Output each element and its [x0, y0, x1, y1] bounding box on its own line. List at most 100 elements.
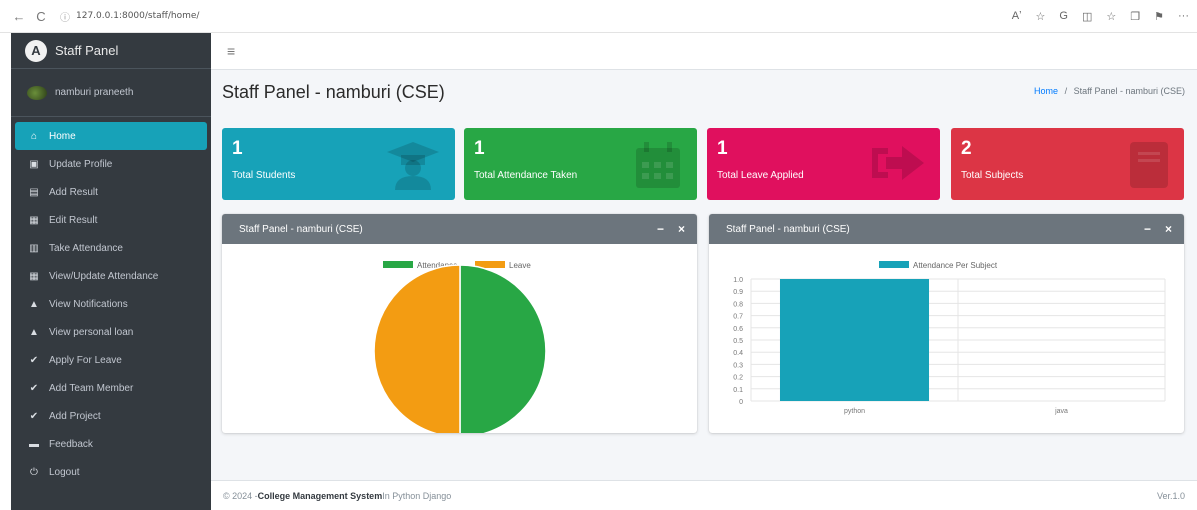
user-name: namburi praneeth — [55, 87, 134, 98]
legend-label: Attendance Per Subject — [913, 261, 998, 270]
stat-box-students[interactable]: 1 Total Students — [222, 128, 455, 200]
sidebar-item-view-personal-loan[interactable]: ▲ View personal loan — [15, 318, 207, 346]
address-bar[interactable]: ⓘ 127.0.0.1:8000/staff/home/ — [60, 9, 199, 24]
collapse-button[interactable]: − — [657, 222, 664, 236]
sidebar-item-view-update-attendance[interactable]: ▦ View/Update Attendance — [15, 262, 207, 290]
stat-box-leave[interactable]: 1 Total Leave Applied — [707, 128, 940, 200]
graduate-icon — [387, 142, 439, 190]
pie-slice — [373, 264, 461, 433]
sidebar-item-label: Home — [49, 130, 76, 142]
stat-box-attendance[interactable]: 1 Total Attendance Taken — [464, 128, 697, 200]
y-tick-label: 0 — [739, 399, 743, 406]
x-tick-label: java — [1054, 408, 1068, 415]
y-tick-label: 0.5 — [733, 338, 743, 345]
sidebar-item-label: View personal loan — [49, 326, 134, 338]
extension-g-icon[interactable]: G — [1059, 10, 1068, 22]
y-tick-label: 0.1 — [733, 387, 743, 394]
y-tick-label: 0.9 — [733, 289, 743, 296]
browser-toolbar: ← C ⓘ 127.0.0.1:8000/staff/home/ Aʼ ☆ G … — [0, 0, 1197, 33]
favorites-icon[interactable]: ☆ — [1106, 10, 1116, 23]
sidebar-item-logout[interactable]: ⏻ Logout — [15, 458, 207, 486]
breadcrumb: Home / Staff Panel - namburi (CSE) — [1034, 86, 1185, 96]
brand-text: Staff Panel — [55, 43, 119, 58]
sidebar-item-home[interactable]: ⌂ Home — [15, 122, 207, 150]
stat-box-subjects[interactable]: 2 Total Subjects — [951, 128, 1184, 200]
id-card-icon: ▣ — [29, 158, 39, 170]
sidebar-item-label: Feedback — [49, 438, 93, 450]
card-title: Staff Panel - namburi (CSE) — [239, 223, 363, 235]
main-content: Staff Panel - namburi (CSE) Home / Staff… — [211, 70, 1197, 480]
check-icon: ✔ — [29, 382, 39, 394]
power-icon: ⏻ — [30, 466, 38, 478]
sidebar-item-edit-result[interactable]: ▦ Edit Result — [15, 206, 207, 234]
file-icon: ▤ — [29, 186, 39, 198]
remove-button[interactable]: × — [1165, 222, 1172, 236]
sidebar-item-feedback[interactable]: ▬ Feedback — [15, 430, 207, 458]
sidebar-item-add-team-member[interactable]: ✔ Add Team Member — [15, 374, 207, 402]
sidebar-item-update-profile[interactable]: ▣ Update Profile — [15, 150, 207, 178]
bell-icon: ▲ — [29, 326, 39, 338]
stat-label: Total Leave Applied — [717, 170, 804, 181]
browser-menu-icon[interactable]: ··· — [1178, 10, 1189, 22]
sidebar-item-label: View/Update Attendance — [49, 270, 159, 282]
attendance-leave-card: Staff Panel - namburi (CSE) − × Attendan… — [222, 214, 697, 433]
y-tick-label: 0.4 — [733, 350, 743, 357]
calendar-icon: ▥ — [29, 242, 39, 254]
y-tick-label: 0.6 — [733, 326, 743, 333]
sidebar-item-add-project[interactable]: ✔ Add Project — [15, 402, 207, 430]
sidebar: A Staff Panel namburi praneeth ⌂ Home ▣ Upd… — [11, 33, 211, 510]
x-tick-label: python — [844, 408, 865, 415]
stat-value: 1 — [717, 138, 728, 159]
sidebar-item-label: Add Team Member — [49, 382, 134, 394]
stat-value: 1 — [232, 138, 243, 159]
sidebar-item-label: Edit Result — [49, 214, 98, 226]
back-button[interactable]: ← — [8, 9, 30, 24]
reload-button[interactable]: C — [30, 9, 52, 24]
read-aloud-icon[interactable]: Aʼ — [1012, 10, 1022, 22]
grid-icon: ▦ — [29, 270, 39, 282]
sidebar-item-label: Update Profile — [49, 158, 113, 170]
card-tools: − × — [657, 222, 685, 236]
profile-icon[interactable]: ⚑ — [1154, 10, 1164, 23]
sidebar-item-apply-for-leave[interactable]: ✔ Apply For Leave — [15, 346, 207, 374]
home-icon: ⌂ — [30, 130, 38, 142]
check-icon: ✔ — [29, 354, 39, 366]
stat-value: 2 — [961, 138, 972, 159]
stat-label: Total Subjects — [961, 170, 1024, 181]
legend-swatch — [383, 261, 413, 268]
footer: © 2024 - College Management System In Py… — [211, 480, 1197, 510]
legend-swatch — [879, 261, 909, 268]
card-tools: − × — [1144, 222, 1172, 236]
legend-label: Leave — [509, 261, 531, 270]
stat-value: 1 — [474, 138, 485, 159]
calendar-icon — [636, 142, 680, 188]
favorite-star-icon[interactable]: ☆ — [1036, 10, 1046, 23]
card-header: Staff Panel - namburi (CSE) − × — [222, 214, 697, 244]
sidebar-item-label: View Notifications — [49, 298, 128, 310]
collections-icon[interactable]: ❐ — [1130, 10, 1140, 23]
split-screen-icon[interactable]: ◫ — [1082, 10, 1092, 23]
user-panel[interactable]: namburi praneeth — [11, 69, 211, 117]
page-title: Staff Panel - namburi (CSE) — [222, 82, 445, 102]
arrow-right-icon — [872, 146, 924, 180]
remove-button[interactable]: × — [678, 222, 685, 236]
collapse-button[interactable]: − — [1144, 222, 1151, 236]
pie-chart: Attendance Leave — [373, 261, 547, 433]
brand-link[interactable]: A Staff Panel — [11, 33, 211, 69]
sidebar-item-add-result[interactable]: ▤ Add Result — [15, 178, 207, 206]
footer-version: Ver.1.0 — [1156, 490, 1185, 501]
card-title: Staff Panel - namburi (CSE) — [726, 223, 850, 235]
sidebar-item-label: Apply For Leave — [49, 354, 122, 366]
breadcrumb-separator: / — [1064, 86, 1068, 96]
book-icon — [1130, 142, 1168, 188]
breadcrumb-home-link[interactable]: Home — [1034, 86, 1058, 96]
comment-icon: ▬ — [29, 438, 39, 450]
url-text: 127.0.0.1:8000/staff/home/ — [76, 11, 200, 21]
y-tick-label: 1.0 — [733, 277, 743, 284]
sidebar-item-take-attendance[interactable]: ▥ Take Attendance — [15, 234, 207, 262]
site-info-icon[interactable]: ⓘ — [60, 9, 70, 24]
sidebar-item-view-notifications[interactable]: ▲ View Notifications — [15, 290, 207, 318]
hamburger-menu-icon[interactable]: ≡ — [227, 43, 235, 59]
stat-label: Total Attendance Taken — [474, 170, 578, 181]
sidebar-menu: ⌂ Home ▣ Update Profile ▤ Add Result ▦ Edit Res… — [11, 117, 211, 486]
